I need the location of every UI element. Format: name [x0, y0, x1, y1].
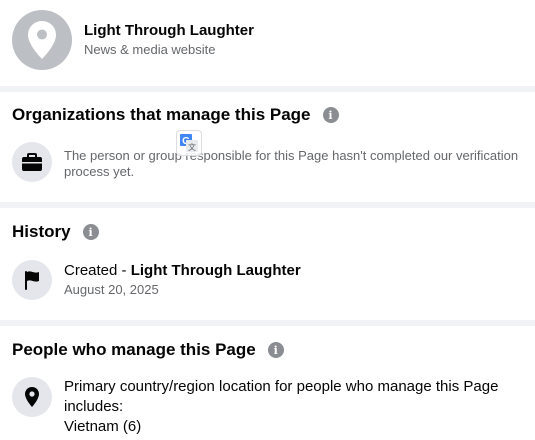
info-icon[interactable]: i [322, 107, 339, 123]
history-title: History [12, 222, 71, 241]
created-date: August 20, 2025 [64, 282, 159, 297]
organizations-title: Organizations that manage this Page [12, 105, 311, 124]
svg-text:文: 文 [188, 142, 196, 152]
map-pin-icon [28, 21, 56, 59]
page-category: News & media website [84, 42, 216, 57]
page-header-card: Light Through Laughter News & media webs… [0, 0, 535, 86]
people-location-country: Vietnam (6) [64, 418, 142, 435]
history-section: History i Created - Light Through Laught… [0, 208, 535, 320]
people-section: People who manage this Page i Primary co… [0, 326, 535, 440]
page-name[interactable]: Light Through Laughter [84, 22, 254, 39]
created-prefix: Created - [64, 262, 131, 279]
created-line: Created - Light Through Laughter [64, 261, 519, 281]
people-heading: People who manage this Page i [12, 340, 284, 360]
people-title: People who manage this Page [12, 340, 256, 359]
briefcase-icon [22, 153, 42, 171]
organizations-verification-text: The person or group responsible for this… [64, 148, 519, 179]
info-icon[interactable]: i [82, 224, 99, 240]
people-location-text: Primary country/region location for peop… [64, 378, 499, 415]
history-created-row: Created - Light Through Laughter August … [64, 261, 519, 299]
organizations-section: Organizations that manage this Page i Th… [0, 92, 535, 202]
history-heading: History i [12, 222, 99, 242]
flag-icon [25, 271, 39, 290]
organizations-heading: Organizations that manage this Page i [12, 105, 339, 125]
location-pin-icon [25, 387, 39, 407]
briefcase-icon-circle [12, 142, 52, 182]
page-avatar[interactable] [12, 10, 72, 70]
info-icon[interactable]: i [267, 342, 284, 358]
google-translate-icon[interactable]: G 文 [176, 130, 202, 156]
location-pin-icon-circle [12, 377, 52, 417]
flag-icon-circle [12, 260, 52, 300]
created-page-name: Light Through Laughter [130, 262, 301, 279]
